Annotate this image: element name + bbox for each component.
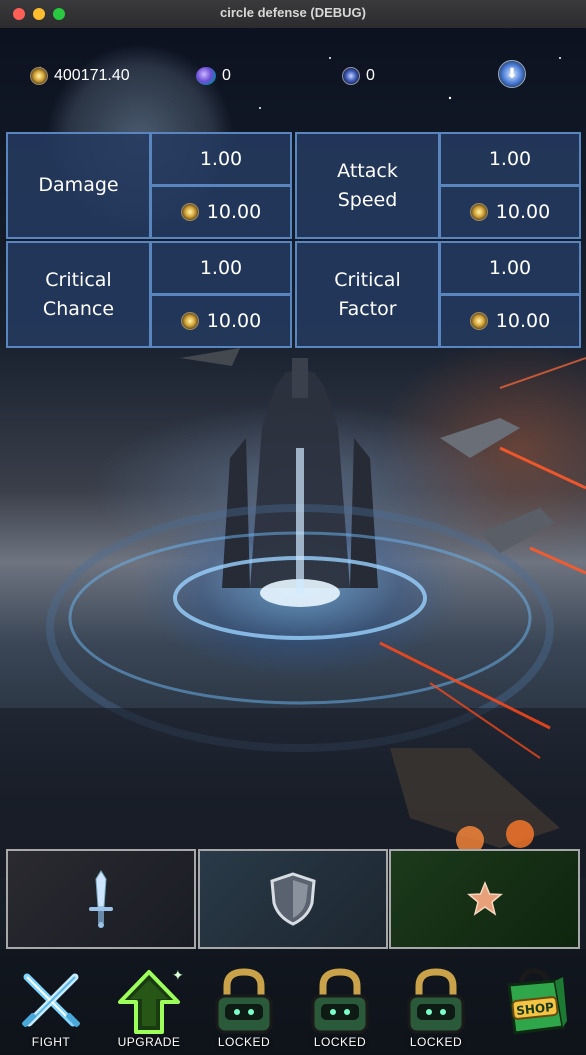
defense-slot[interactable] — [198, 849, 388, 949]
bottom-navigation: FIGHT ✦ UPGRADE LOCKED LOCKED LOCKED SHO… — [0, 949, 586, 1055]
nav-locked-button-2[interactable]: LOCKED — [292, 949, 388, 1055]
upgrade-critical-factor-label-line1: Critical — [334, 268, 401, 291]
shop-bag-icon: SHOP — [498, 965, 570, 1037]
nav-locked-label-2: LOCKED — [313, 1035, 367, 1049]
upgrade-arrow-icon: ✦ — [113, 965, 185, 1037]
star-icon — [466, 881, 503, 916]
upgrade-attack-speed-label-line2: Speed — [337, 188, 398, 211]
svg-text:✦: ✦ — [172, 968, 184, 984]
upgrade-attack-speed-cost: 10.00 — [495, 201, 551, 223]
upgrade-critical-chance-label-line2: Chance — [42, 297, 115, 320]
lock-icon — [400, 965, 472, 1037]
medal-balance: 0 — [342, 64, 375, 88]
nav-shop-button[interactable]: SHOP — [486, 949, 582, 1055]
nav-fight-label: FIGHT — [31, 1035, 71, 1049]
window-titlebar: circle defense (DEBUG) — [0, 0, 586, 29]
upgrade-critical-chance-buy-button[interactable]: 10.00 — [150, 294, 292, 348]
upgrade-critical-chance-value-text: 1.00 — [199, 257, 243, 279]
upgrade-critical-chance-value: 1.00 — [150, 241, 292, 295]
nav-locked-button-1[interactable]: LOCKED — [196, 949, 292, 1055]
coin-icon — [30, 67, 48, 85]
download-icon[interactable]: ⬇ — [498, 60, 526, 88]
gem-balance-value: 0 — [222, 67, 231, 84]
coin-balance-value: 400171.40 — [54, 67, 130, 84]
coin-icon — [469, 312, 488, 330]
weapon-slot[interactable] — [6, 849, 196, 949]
upgrade-damage-value-text: 1.00 — [199, 148, 243, 170]
upgrade-attack-speed-value-text: 1.00 — [488, 148, 532, 170]
coin-icon — [180, 203, 199, 221]
gem-icon — [196, 67, 216, 85]
nav-upgrade-label: UPGRADE — [117, 1035, 181, 1049]
upgrade-attack-speed-buy-button[interactable]: 10.00 — [439, 185, 581, 239]
medal-balance-value: 0 — [366, 67, 375, 84]
bonus-slot[interactable] — [389, 849, 580, 949]
lock-icon — [304, 965, 376, 1037]
gem-balance: 0 — [196, 64, 231, 88]
coin-balance: 400171.40 — [30, 64, 130, 88]
nav-fight-button[interactable]: FIGHT — [3, 949, 99, 1055]
upgrade-critical-chance-cost: 10.00 — [206, 310, 262, 332]
upgrade-critical-factor-value-text: 1.00 — [488, 257, 532, 279]
sword-icon — [89, 870, 113, 928]
lock-icon — [208, 965, 280, 1037]
medal-icon — [342, 67, 360, 85]
upgrade-critical-factor-label: Critical Factor — [295, 241, 440, 348]
upgrade-critical-factor-buy-button[interactable]: 10.00 — [439, 294, 581, 348]
upgrade-attack-speed-value: 1.00 — [439, 132, 581, 186]
coin-icon — [469, 203, 488, 221]
crossed-swords-icon — [15, 965, 87, 1037]
upgrade-critical-chance-label-line1: Critical — [45, 268, 112, 291]
upgrade-damage-cost: 10.00 — [206, 201, 262, 223]
upgrade-critical-factor-value: 1.00 — [439, 241, 581, 295]
upgrade-critical-factor-cost: 10.00 — [495, 310, 551, 332]
upgrade-critical-factor-label-line2: Factor — [338, 297, 397, 320]
upgrade-damage-label-text: Damage — [38, 174, 119, 196]
window-title: circle defense (DEBUG) — [220, 5, 366, 20]
upgrade-attack-speed-label-line1: Attack — [337, 159, 398, 182]
upgrade-damage-buy-button[interactable]: 10.00 — [150, 185, 292, 239]
shield-icon — [270, 872, 316, 926]
upgrade-critical-chance-label: Critical Chance — [6, 241, 151, 348]
nav-locked-button-3[interactable]: LOCKED — [388, 949, 484, 1055]
nav-locked-label-1: LOCKED — [217, 1035, 271, 1049]
coin-icon — [180, 312, 199, 330]
upgrade-damage-label: Damage — [6, 132, 151, 239]
upgrade-attack-speed-label: Attack Speed — [295, 132, 440, 239]
nav-upgrade-button[interactable]: ✦ UPGRADE — [101, 949, 197, 1055]
nav-locked-label-3: LOCKED — [409, 1035, 463, 1049]
upgrade-damage-value: 1.00 — [150, 132, 292, 186]
